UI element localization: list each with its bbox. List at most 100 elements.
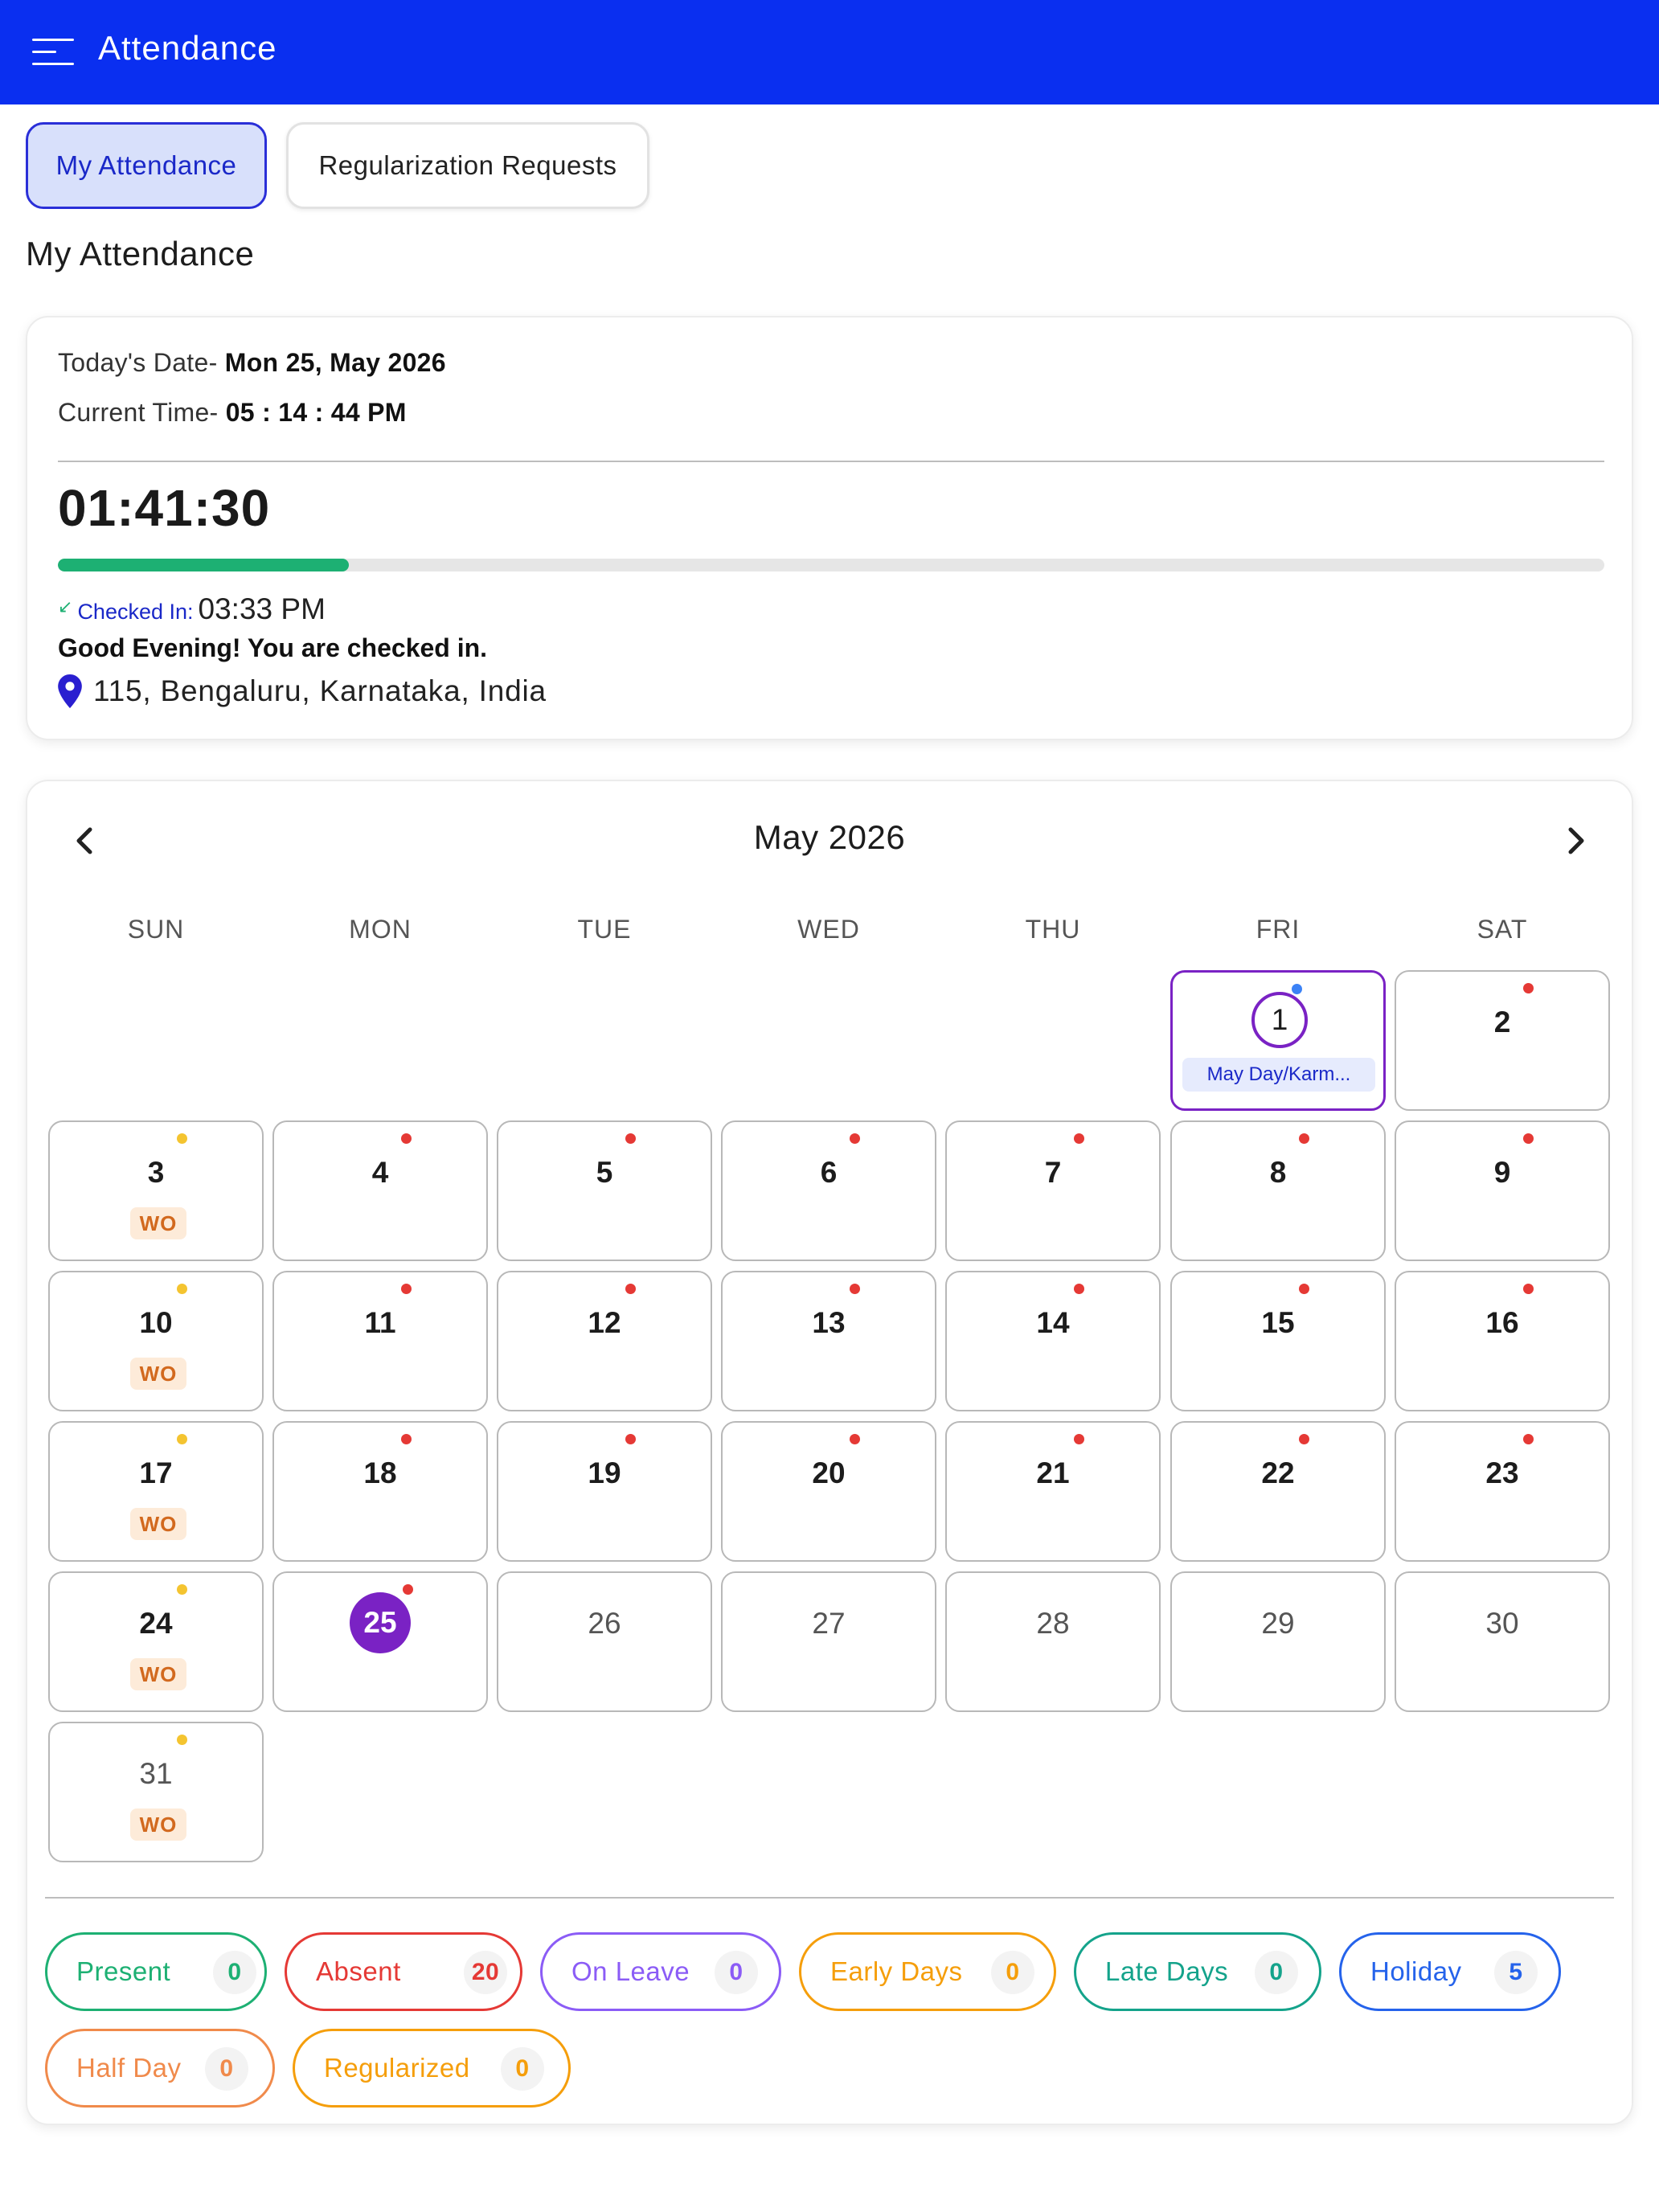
calendar-day-28[interactable]: 28: [945, 1571, 1161, 1712]
legend-count: 0: [501, 2047, 544, 2091]
day-number: 9: [1493, 1156, 1511, 1189]
day-number: 7: [1044, 1156, 1062, 1189]
calendar-day-5[interactable]: 5: [497, 1120, 712, 1261]
day-number: 13: [812, 1306, 846, 1339]
calendar-day-23[interactable]: 23: [1395, 1421, 1610, 1562]
legend-label: Present: [76, 1956, 171, 1986]
status-dot-yellow: [177, 1284, 187, 1294]
attendance-status-card: Today's Date- Mon 25, May 2026 Current T…: [26, 316, 1633, 740]
legend-chip-regularized[interactable]: Regularized 0: [293, 2029, 571, 2108]
calendar-day-1[interactable]: 1 May Day/Karm...: [1170, 970, 1386, 1111]
calendar-day-18[interactable]: 18: [272, 1421, 488, 1562]
legend-chip-early-days[interactable]: Early Days 0: [799, 1932, 1056, 2011]
weekday-sun: SUN: [127, 915, 185, 944]
checked-in-time: 03:33 PM: [198, 592, 326, 625]
calendar-day-24[interactable]: 24 WO: [48, 1571, 264, 1712]
calendar-day-12[interactable]: 12: [497, 1271, 712, 1411]
todays-date-value: Mon 25, May 2026: [224, 348, 446, 377]
calendar-day-19[interactable]: 19: [497, 1421, 712, 1562]
weekday-sat: SAT: [1477, 915, 1528, 944]
calendar-day-27[interactable]: 27: [721, 1571, 936, 1712]
legend-chip-holiday[interactable]: Holiday 5: [1339, 1932, 1561, 2011]
calendar-day-22[interactable]: 22: [1170, 1421, 1386, 1562]
day-number: 15: [1261, 1306, 1295, 1339]
day-number: 31: [139, 1757, 173, 1790]
menu-icon[interactable]: [32, 39, 74, 66]
status-dot-red: [401, 1133, 412, 1144]
calendar-day-2[interactable]: 2: [1395, 970, 1610, 1111]
weekly-off-badge: WO: [130, 1207, 186, 1239]
calendar-day-30[interactable]: 30: [1395, 1571, 1610, 1712]
status-dot-red: [1074, 1284, 1084, 1294]
legend-chip-absent[interactable]: Absent 20: [285, 1932, 522, 2011]
arrow-down-left-icon: ↙: [58, 596, 73, 616]
weekday-mon: MON: [349, 915, 412, 944]
current-time-label: Current Time-: [58, 398, 226, 427]
weekday-fri: FRI: [1256, 915, 1301, 944]
current-time-row: Current Time- 05 : 14 : 44 PM: [58, 398, 407, 428]
calendar-day-20[interactable]: 20: [721, 1421, 936, 1562]
day-number: 26: [588, 1607, 621, 1640]
chevron-right-icon[interactable]: [1551, 817, 1600, 865]
status-dot-red: [403, 1584, 413, 1595]
calendar-day-31[interactable]: 31 WO: [48, 1722, 264, 1862]
legend-label: Half Day: [76, 2053, 182, 2083]
month-title: May 2026: [753, 818, 906, 856]
day-number: 22: [1261, 1456, 1295, 1489]
location-row: 115, Bengaluru, Karnataka, India: [58, 674, 547, 708]
day-number: 16: [1485, 1306, 1519, 1339]
legend-chip-on-leave[interactable]: On Leave 0: [540, 1932, 781, 2011]
legend-count: 0: [1255, 1951, 1298, 1994]
today-day-number: 25: [350, 1592, 411, 1653]
work-timer: 01:41:30: [58, 479, 271, 537]
checked-in-row: ↙ Checked In: 03:33 PM: [58, 592, 326, 626]
status-dot-yellow: [177, 1584, 187, 1595]
location-text: 115, Bengaluru, Karnataka, India: [93, 674, 547, 707]
calendar-day-9[interactable]: 9: [1395, 1120, 1610, 1261]
status-dot-red: [1523, 1284, 1534, 1294]
day-number: 8: [1269, 1156, 1287, 1189]
calendar-day-15[interactable]: 15: [1170, 1271, 1386, 1411]
status-dot-red: [401, 1284, 412, 1294]
legend-count: 5: [1494, 1951, 1538, 1994]
status-dot-red: [1523, 1133, 1534, 1144]
calendar-day-16[interactable]: 16: [1395, 1271, 1610, 1411]
legend-chip-half-day[interactable]: Half Day 0: [45, 2029, 275, 2108]
status-dot-yellow: [177, 1735, 187, 1745]
calendar-day-14[interactable]: 14: [945, 1271, 1161, 1411]
calendar-day-21[interactable]: 21: [945, 1421, 1161, 1562]
legend-label: Regularized: [324, 2053, 470, 2083]
status-dot-red: [1074, 1434, 1084, 1444]
calendar-day-3[interactable]: 3 WO: [48, 1120, 264, 1261]
day-number: 23: [1485, 1456, 1519, 1489]
calendar-day-6[interactable]: 6: [721, 1120, 936, 1261]
calendar-day-26[interactable]: 26: [497, 1571, 712, 1712]
legend-label: Absent: [316, 1956, 401, 1986]
legend-chip-present[interactable]: Present 0: [45, 1932, 267, 2011]
day-number: 12: [588, 1306, 621, 1339]
weekday-tue: TUE: [577, 915, 632, 944]
weekday-thu: THU: [1025, 915, 1081, 944]
calendar-day-17[interactable]: 17 WO: [48, 1421, 264, 1562]
calendar-day-11[interactable]: 11: [272, 1271, 488, 1411]
legend-label: Late Days: [1105, 1956, 1229, 1986]
checked-in-label: Checked In:: [77, 600, 194, 624]
day-number: 19: [588, 1456, 621, 1489]
calendar-day-8[interactable]: 8: [1170, 1120, 1386, 1261]
legend-count: 0: [991, 1951, 1034, 1994]
calendar-day-7[interactable]: 7: [945, 1120, 1161, 1261]
app-title: Attendance: [98, 29, 277, 67]
calendar-day-13[interactable]: 13: [721, 1271, 936, 1411]
tab-my-attendance[interactable]: My Attendance: [26, 122, 267, 209]
status-dot-red: [1299, 1284, 1309, 1294]
legend-chip-late-days[interactable]: Late Days 0: [1074, 1932, 1321, 2011]
status-dot-red: [401, 1434, 412, 1444]
calendar-day-29[interactable]: 29: [1170, 1571, 1386, 1712]
tab-regularization-requests[interactable]: Regularization Requests: [286, 122, 649, 209]
todays-date-label: Today's Date-: [58, 348, 225, 377]
calendar-day-10[interactable]: 10 WO: [48, 1271, 264, 1411]
status-dot-red: [1299, 1133, 1309, 1144]
status-dot-red: [850, 1284, 860, 1294]
calendar-day-25[interactable]: 25: [272, 1571, 488, 1712]
calendar-day-4[interactable]: 4: [272, 1120, 488, 1261]
